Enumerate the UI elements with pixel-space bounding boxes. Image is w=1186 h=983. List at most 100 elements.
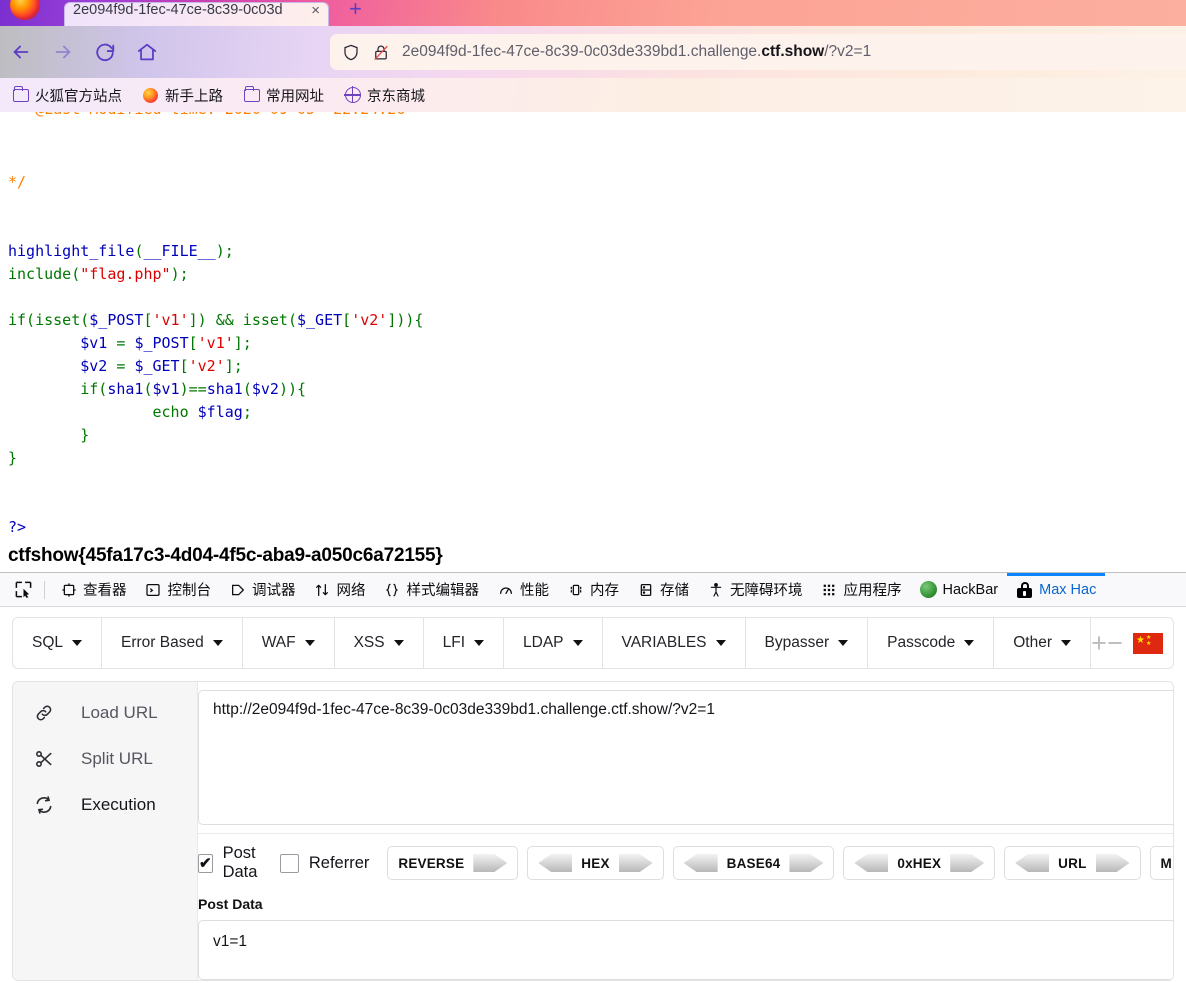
debugger-icon xyxy=(229,581,246,598)
chevron-down-icon xyxy=(1061,640,1071,646)
menu-variables[interactable]: VARIABLES xyxy=(603,618,746,668)
bookmark-item[interactable]: 常用网址 xyxy=(243,85,324,106)
accessibility-icon xyxy=(707,581,724,598)
load-url-button[interactable]: Load URL xyxy=(13,690,197,736)
arrow-left-icon[interactable] xyxy=(683,854,718,872)
tab-inspector[interactable]: 查看器 xyxy=(51,573,136,606)
tab-label: 性能 xyxy=(520,583,549,599)
menu-ldap[interactable]: LDAP xyxy=(504,618,603,668)
arrow-right-icon[interactable] xyxy=(473,854,508,872)
add-tab-button[interactable]: + xyxy=(1091,618,1107,668)
remove-tab-button[interactable]: − xyxy=(1107,618,1123,668)
menu-label: Passcode xyxy=(887,634,956,651)
navigation-toolbar: 2e094f9d-1fec-47ce-8c39-0c03de339bd1.cha… xyxy=(0,26,1186,78)
split-url-button[interactable]: Split URL xyxy=(13,736,197,782)
chevron-down-icon xyxy=(964,640,975,646)
menu-label: SQL xyxy=(32,634,64,651)
arrow-right-icon[interactable] xyxy=(1095,854,1130,872)
encoder-url[interactable]: URL xyxy=(1004,846,1141,880)
tab-label: 应用程序 xyxy=(843,583,902,599)
menu-passcode[interactable]: Passcode xyxy=(868,618,995,668)
tab-style-editor[interactable]: 样式编辑器 xyxy=(375,573,489,606)
bookmark-item[interactable]: 火狐官方站点 xyxy=(12,85,122,106)
post-data-checkbox[interactable]: ✔ Post Data xyxy=(198,844,262,882)
checkbox-box[interactable]: ✔ xyxy=(198,853,213,873)
tab-memory[interactable]: 内存 xyxy=(558,573,628,606)
menu-label: WAF xyxy=(261,634,296,651)
encoder-label: M xyxy=(1160,855,1172,871)
tab-application[interactable]: 应用程序 xyxy=(812,573,911,606)
arrow-right-icon[interactable] xyxy=(789,854,824,872)
menu-bypasser[interactable]: Bypasser xyxy=(746,618,869,668)
menu-xss[interactable]: XSS xyxy=(335,618,424,668)
tracking-shield-icon[interactable] xyxy=(342,43,360,62)
insecure-lock-icon[interactable] xyxy=(372,43,390,62)
refresh-icon xyxy=(33,795,55,815)
tab-console[interactable]: 控制台 xyxy=(136,573,221,606)
china-flag-icon[interactable]: ★ ★ ★ xyxy=(1133,632,1163,654)
execution-button[interactable]: Execution xyxy=(13,782,197,828)
arrow-left-icon[interactable] xyxy=(854,854,889,872)
url-input[interactable]: http://2e094f9d-1fec-47ce-8c39-0c03de339… xyxy=(198,690,1173,825)
lock-icon xyxy=(1016,581,1033,598)
forward-button[interactable] xyxy=(42,32,84,72)
arrow-right-icon[interactable] xyxy=(618,854,653,872)
checkbox-box[interactable] xyxy=(279,853,299,873)
tab-accessibility[interactable]: 无障碍环境 xyxy=(698,573,812,606)
address-bar[interactable]: 2e094f9d-1fec-47ce-8c39-0c03de339bd1.cha… xyxy=(330,34,1186,70)
reload-button[interactable] xyxy=(84,32,126,72)
bookmark-label: 火狐官方站点 xyxy=(35,88,122,105)
network-icon xyxy=(314,581,331,598)
arrow-right-icon[interactable] xyxy=(950,854,985,872)
checkbox-label: Post Data xyxy=(222,844,258,881)
storage-icon xyxy=(637,581,654,598)
encoder-label: BASE64 xyxy=(726,855,781,871)
bookmark-item[interactable]: 京东商城 xyxy=(343,85,425,106)
tab-storage[interactable]: 存储 xyxy=(628,573,698,606)
tab-debugger[interactable]: 调试器 xyxy=(220,573,305,606)
close-icon[interactable]: × xyxy=(307,3,320,19)
tab-network[interactable]: 网络 xyxy=(305,573,375,606)
encoder-hex[interactable]: HEX xyxy=(527,846,664,880)
url-suffix: /?v2=1 xyxy=(824,43,872,60)
referrer-checkbox[interactable]: Referrer xyxy=(279,853,369,873)
performance-icon xyxy=(497,581,514,598)
arrow-left-icon[interactable] xyxy=(538,854,573,872)
url-prefix: 2e094f9d-1fec-47ce-8c39-0c03de339bd1.cha… xyxy=(402,43,762,60)
bookmarks-bar: 火狐官方站点 新手上路 常用网址 京东商城 xyxy=(0,78,1186,112)
menu-sql[interactable]: SQL xyxy=(13,618,103,668)
menu-label: Error Based xyxy=(121,634,204,651)
menu-error-based[interactable]: Error Based xyxy=(102,618,243,668)
hackbar-menu-row: SQL Error Based WAF XSS LFI LDAP VARIABL… xyxy=(12,617,1174,669)
url-host: ctf.show xyxy=(761,43,825,60)
post-data-label: Post Data xyxy=(198,896,263,912)
chevron-down-icon xyxy=(72,640,83,646)
style-editor-icon xyxy=(384,581,401,598)
menu-other[interactable]: Other xyxy=(994,618,1091,668)
flag-big-star: ★ xyxy=(1136,634,1145,646)
tab-strip: 2e094f9d-1fec-47ce-8c39-0c03d × + xyxy=(0,0,1186,32)
tab-performance[interactable]: 性能 xyxy=(488,573,558,606)
encoder-clipped[interactable]: M xyxy=(1149,846,1173,880)
menu-lfi[interactable]: LFI xyxy=(424,618,505,668)
folder-icon xyxy=(12,85,29,103)
bookmark-item[interactable]: 新手上路 xyxy=(142,85,223,106)
back-button[interactable] xyxy=(0,32,42,72)
tab-hackbar[interactable]: HackBar xyxy=(911,573,1008,606)
encoder-0xhex[interactable]: 0xHEX xyxy=(843,846,996,880)
encoder-reverse[interactable]: REVERSE xyxy=(387,846,519,880)
devtools-panel: 查看器 控制台 调试器 网络 样式编辑器 性能 内存 存储 无障碍环境 应用程序… xyxy=(0,572,1186,983)
folder-icon xyxy=(243,85,260,103)
tab-max-hackbar[interactable]: Max Hac xyxy=(1007,573,1105,606)
encoder-base64[interactable]: BASE64 xyxy=(672,846,835,880)
encoder-label: 0xHEX xyxy=(897,855,942,871)
menu-waf[interactable]: WAF xyxy=(243,618,335,668)
globe-icon xyxy=(343,86,361,103)
new-tab-button[interactable]: + xyxy=(349,0,362,22)
home-button[interactable] xyxy=(126,32,168,72)
post-data-input[interactable]: v1=1 xyxy=(198,920,1173,980)
flag-output: ctfshow{45fa17c3-4d04-4f5c-aba9-a050c6a7… xyxy=(8,545,443,566)
arrow-left-icon[interactable] xyxy=(1015,854,1050,872)
hackbar-panel: SQL Error Based WAF XSS LFI LDAP VARIABL… xyxy=(0,607,1186,981)
element-picker-icon[interactable] xyxy=(8,580,38,599)
